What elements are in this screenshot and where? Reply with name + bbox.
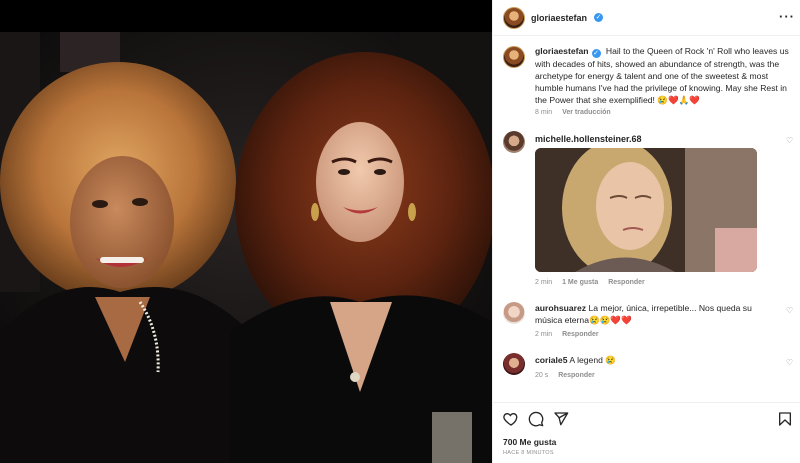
- share-icon[interactable]: [553, 411, 569, 427]
- post-caption: gloriaestefan ✓ Hail to the Queen of Rock…: [535, 45, 791, 106]
- comment-like-heart-icon[interactable]: ♡: [786, 358, 793, 367]
- caption-meta: 8 min Ver traducción: [535, 109, 619, 116]
- comment-time: 2 min: [535, 279, 553, 286]
- see-translation-link[interactable]: Ver traducción: [562, 109, 611, 116]
- verified-icon: ✓: [591, 49, 601, 58]
- comment-meta: 20 s Responder: [535, 372, 603, 379]
- more-horizontal-icon[interactable]: ···: [779, 9, 795, 24]
- reply-button[interactable]: Responder: [608, 279, 645, 286]
- comment-avatar[interactable]: [503, 353, 525, 375]
- post-image: [0, 32, 492, 463]
- comment-meta: 2 min Responder: [535, 331, 607, 338]
- comment-avatar[interactable]: [503, 131, 525, 153]
- heart-icon[interactable]: [503, 411, 519, 427]
- post-photo[interactable]: [0, 0, 492, 463]
- comment-username[interactable]: michelle.hollensteiner.68: [535, 134, 642, 144]
- post-panel: gloriaestefan ✓ ··· gloriaestefan ✓ Hail …: [492, 0, 800, 463]
- verified-icon: ✓: [594, 13, 603, 22]
- reply-button[interactable]: Responder: [558, 372, 595, 379]
- post-time-ago: HACE 8 MINUTOS: [503, 450, 554, 456]
- comment-time: 20 s: [535, 372, 549, 379]
- comment-time: 2 min: [535, 331, 553, 338]
- comment-body: aurohsuarez La mejor, única, irrepetible…: [535, 302, 775, 326]
- author-username[interactable]: gloriaestefan: [531, 13, 587, 23]
- comment-gif[interactable]: [535, 148, 757, 272]
- comment-username[interactable]: aurohsuarez: [535, 303, 586, 313]
- caption-time: 8 min: [535, 109, 553, 116]
- comment-likes[interactable]: 1 Me gusta: [562, 279, 598, 286]
- comment-like-heart-icon[interactable]: ♡: [786, 136, 793, 145]
- comment-icon[interactable]: [528, 411, 544, 427]
- likes-count[interactable]: 700 Me gusta: [503, 437, 556, 447]
- comment-like-heart-icon[interactable]: ♡: [786, 306, 793, 315]
- caption-username[interactable]: gloriaestefan: [535, 46, 589, 56]
- photo-top-bar: [0, 0, 492, 32]
- gif-image: [535, 148, 757, 272]
- comment-username[interactable]: coriale5: [535, 355, 568, 365]
- bookmark-icon[interactable]: [777, 411, 793, 427]
- comment-meta: 2 min 1 Me gusta Responder: [535, 279, 653, 286]
- post-header: gloriaestefan ✓ ···: [493, 0, 800, 36]
- author-avatar[interactable]: [503, 7, 525, 29]
- post-actions: 700 Me gusta HACE 8 MINUTOS: [493, 402, 800, 463]
- comment-body: coriale5 A legend 😢: [535, 354, 775, 366]
- comment-text: A legend 😢: [569, 355, 616, 365]
- caption-avatar[interactable]: [503, 46, 525, 68]
- reply-button[interactable]: Responder: [562, 331, 599, 338]
- comment-avatar[interactable]: [503, 302, 525, 324]
